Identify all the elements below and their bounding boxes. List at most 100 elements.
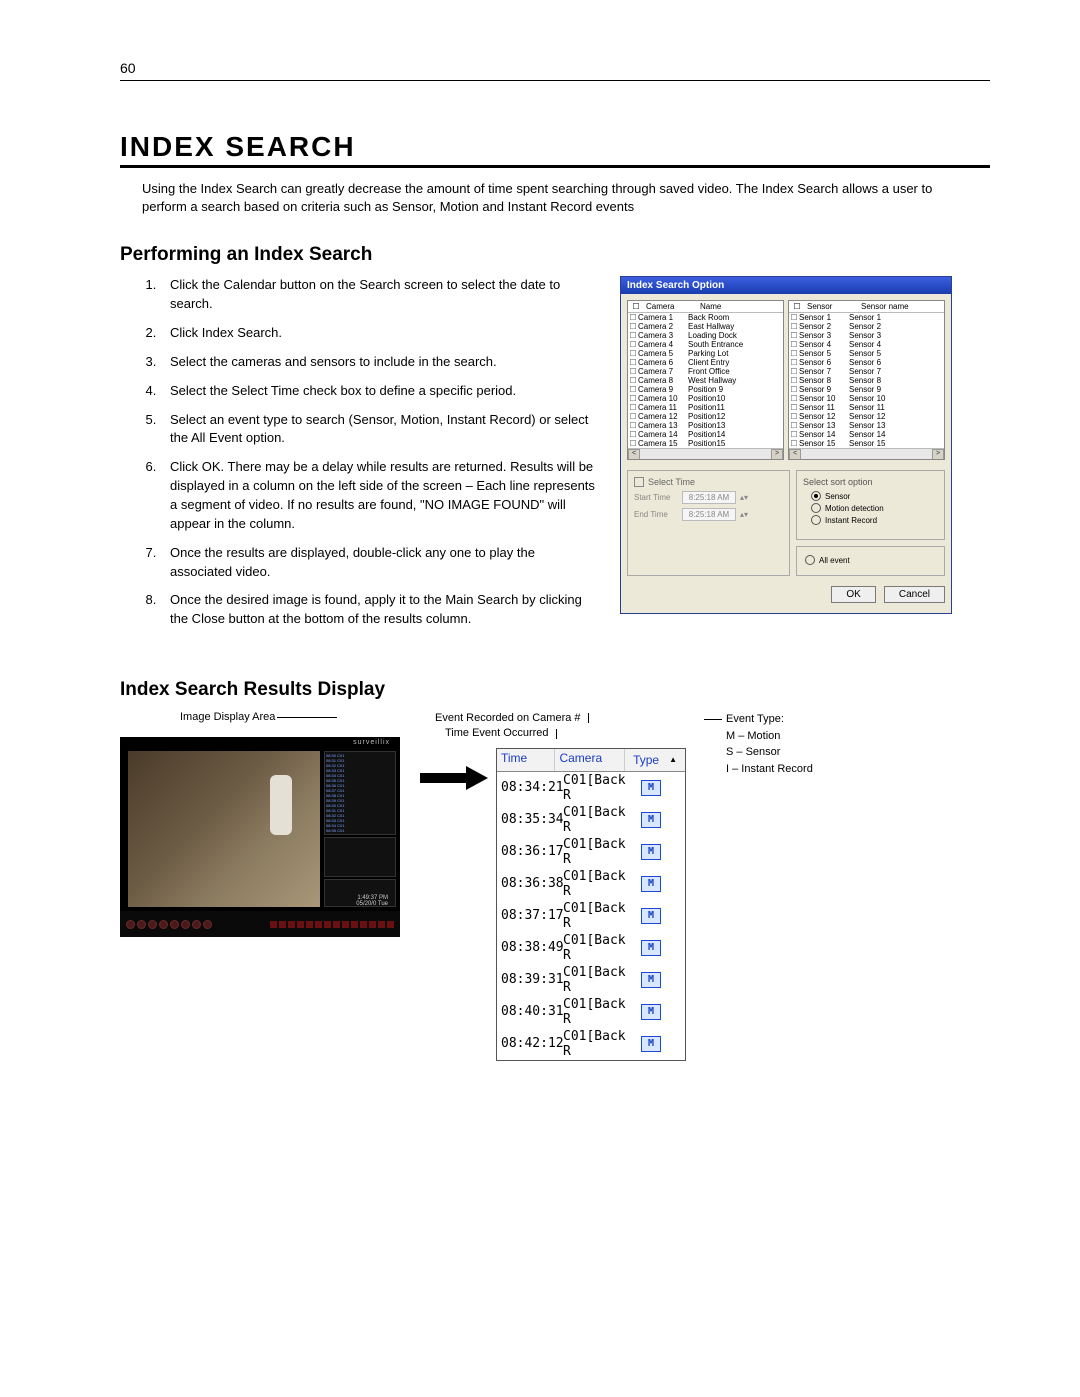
camera-row[interactable]: ☐Camera 6Client Entry xyxy=(628,358,783,367)
camera-head-col2: Name xyxy=(698,301,723,312)
sensor-row[interactable]: ☐Sensor 9Sensor 9 xyxy=(789,385,944,394)
sensor-row[interactable]: ☐Sensor 5Sensor 5 xyxy=(789,349,944,358)
camera-row[interactable]: ☐Camera 2East Hallway xyxy=(628,322,783,331)
start-time-field[interactable]: 8:25:18 AM xyxy=(682,491,736,504)
sensor-row[interactable]: ☐Sensor 14Sensor 14 xyxy=(789,430,944,439)
camera-row[interactable]: ☐Camera 5Parking Lot xyxy=(628,349,783,358)
result-row[interactable]: 08:42:12C01[Back RM xyxy=(497,1028,685,1060)
radio-instant-label: Instant Record xyxy=(825,516,877,525)
camera-scroll[interactable]: < > xyxy=(628,448,783,459)
sort-option-group: Select sort option Sensor Motion detecti… xyxy=(796,470,945,540)
section-results-display: Index Search Results Display xyxy=(120,679,1040,701)
camera-listbox[interactable]: ☐ Camera Name ☐Camera 1Back Room☐Camera … xyxy=(627,300,784,460)
spinner-icon[interactable]: ▴▾ xyxy=(740,510,750,519)
sensor-head-col2: Sensor name xyxy=(859,301,911,312)
event-type-badge: M xyxy=(641,812,661,828)
scroll-right-icon[interactable]: > xyxy=(771,449,783,460)
section-performing: Performing an Index Search xyxy=(120,244,1040,266)
index-search-option-dialog: Index Search Option ☐ Camera Name ☐Camer… xyxy=(620,276,952,614)
select-time-checkbox[interactable] xyxy=(634,477,644,487)
sensor-scroll[interactable]: < > xyxy=(789,448,944,459)
col-camera[interactable]: Camera xyxy=(554,749,624,771)
end-time-field[interactable]: 8:25:18 AM xyxy=(682,508,736,521)
event-type-legend: Event Type: M – Motion S – Sensor I – In… xyxy=(704,711,813,777)
col-time[interactable]: Time xyxy=(497,749,554,771)
sensor-row[interactable]: ☐Sensor 11Sensor 11 xyxy=(789,403,944,412)
radio-all-event[interactable] xyxy=(805,555,815,565)
step-item: Select the Select Time check box to defi… xyxy=(160,382,600,401)
header-rule xyxy=(120,80,990,81)
camera-row[interactable]: ☐Camera 10Position10 xyxy=(628,394,783,403)
sensor-row[interactable]: ☐Sensor 6Sensor 6 xyxy=(789,358,944,367)
sensor-row[interactable]: ☐Sensor 7Sensor 7 xyxy=(789,367,944,376)
step-item: Click the Calendar button on the Search … xyxy=(160,276,600,314)
title-rule xyxy=(120,165,990,168)
results-table[interactable]: Time Camera Type▲ 08:34:21C01[Back RM08:… xyxy=(496,748,686,1061)
camera-row[interactable]: ☐Camera 14Position14 xyxy=(628,430,783,439)
camera-row[interactable]: ☐Camera 4South Entrance xyxy=(628,340,783,349)
player-bottom-bar xyxy=(120,911,400,937)
result-row[interactable]: 08:36:38C01[Back RM xyxy=(497,868,685,900)
sensor-row[interactable]: ☐Sensor 2Sensor 2 xyxy=(789,322,944,331)
ok-button[interactable]: OK xyxy=(831,586,875,603)
select-time-label: Select Time xyxy=(648,477,695,487)
camera-row[interactable]: ☐Camera 3Loading Dock xyxy=(628,331,783,340)
camera-row[interactable]: ☐Camera 12Position12 xyxy=(628,412,783,421)
event-type-badge: M xyxy=(641,780,661,796)
sensor-row[interactable]: ☐Sensor 4Sensor 4 xyxy=(789,340,944,349)
sensor-row[interactable]: ☐Sensor 13Sensor 13 xyxy=(789,421,944,430)
camera-head-col1: Camera xyxy=(644,301,698,312)
end-time-label: End Time xyxy=(634,510,678,519)
scroll-left-icon[interactable]: < xyxy=(628,449,640,460)
sensor-head-col1: Sensor xyxy=(805,301,859,312)
camera-row[interactable]: ☐Camera 9Position 9 xyxy=(628,385,783,394)
radio-sensor[interactable] xyxy=(811,491,821,501)
spinner-icon[interactable]: ▴▾ xyxy=(740,493,750,502)
radio-all-event-label: All event xyxy=(819,556,850,565)
result-row[interactable]: 08:38:49C01[Back RM xyxy=(497,932,685,964)
sensor-row[interactable]: ☐Sensor 1Sensor 1 xyxy=(789,313,944,322)
step-item: Click Index Search. xyxy=(160,324,600,343)
result-row[interactable]: 08:39:31C01[Back RM xyxy=(497,964,685,996)
page-title: INDEX SEARCH xyxy=(120,131,1040,163)
step-item: Select the cameras and sensors to includ… xyxy=(160,353,600,372)
sensor-row[interactable]: ☐Sensor 8Sensor 8 xyxy=(789,376,944,385)
sort-option-title: Select sort option xyxy=(803,477,938,487)
event-type-badge: M xyxy=(641,1036,661,1052)
camera-row[interactable]: ☐Camera 8West Hallway xyxy=(628,376,783,385)
camera-row[interactable]: ☐Camera 1Back Room xyxy=(628,313,783,322)
sensor-row[interactable]: ☐Sensor 3Sensor 3 xyxy=(789,331,944,340)
radio-motion[interactable] xyxy=(811,503,821,513)
col-type[interactable]: Type▲ xyxy=(624,749,685,771)
player-clock: 1:49:37 PM 05/20/0 Tue xyxy=(356,895,388,907)
camera-row[interactable]: ☐Camera 11Position11 xyxy=(628,403,783,412)
cancel-button[interactable]: Cancel xyxy=(884,586,945,603)
sensor-row[interactable]: ☐Sensor 12Sensor 12 xyxy=(789,412,944,421)
scroll-left-icon[interactable]: < xyxy=(789,449,801,460)
camera-row[interactable]: ☐Camera 15Position15 xyxy=(628,439,783,448)
camera-head-checkbox[interactable]: ☐ xyxy=(628,301,644,312)
brand-label: surveillix xyxy=(353,739,390,746)
sensor-row[interactable]: ☐Sensor 15Sensor 15 xyxy=(789,439,944,448)
camera-row[interactable]: ☐Camera 7Front Office xyxy=(628,367,783,376)
event-type-badge: M xyxy=(641,876,661,892)
scroll-right-icon[interactable]: > xyxy=(932,449,944,460)
mini-results-list: 08:30 C0108:31 C0108:32 C0108:33 C0108:3… xyxy=(324,751,396,835)
sensor-listbox[interactable]: ☐ Sensor Sensor name ☐Sensor 1Sensor 1☐S… xyxy=(788,300,945,460)
result-row[interactable]: 08:35:34C01[Back RM xyxy=(497,804,685,836)
result-row[interactable]: 08:34:21C01[Back RM xyxy=(497,772,685,804)
step-item: Select an event type to search (Sensor, … xyxy=(160,411,600,449)
dialog-titlebar: Index Search Option xyxy=(621,277,951,294)
result-row[interactable]: 08:37:17C01[Back RM xyxy=(497,900,685,932)
result-row[interactable]: 08:36:17C01[Back RM xyxy=(497,836,685,868)
event-type-badge: M xyxy=(641,1004,661,1020)
sensor-head-checkbox[interactable]: ☐ xyxy=(789,301,805,312)
camera-row[interactable]: ☐Camera 13Position13 xyxy=(628,421,783,430)
arrow-icon xyxy=(420,766,490,790)
sensor-row[interactable]: ☐Sensor 10Sensor 10 xyxy=(789,394,944,403)
result-row[interactable]: 08:40:31C01[Back RM xyxy=(497,996,685,1028)
radio-instant[interactable] xyxy=(811,515,821,525)
event-type-badge: M xyxy=(641,940,661,956)
results-header: Time Camera Type▲ xyxy=(497,749,685,772)
search-player-screenshot: surveillix 08:30 C0108:31 C0108:32 C0108… xyxy=(120,737,400,937)
